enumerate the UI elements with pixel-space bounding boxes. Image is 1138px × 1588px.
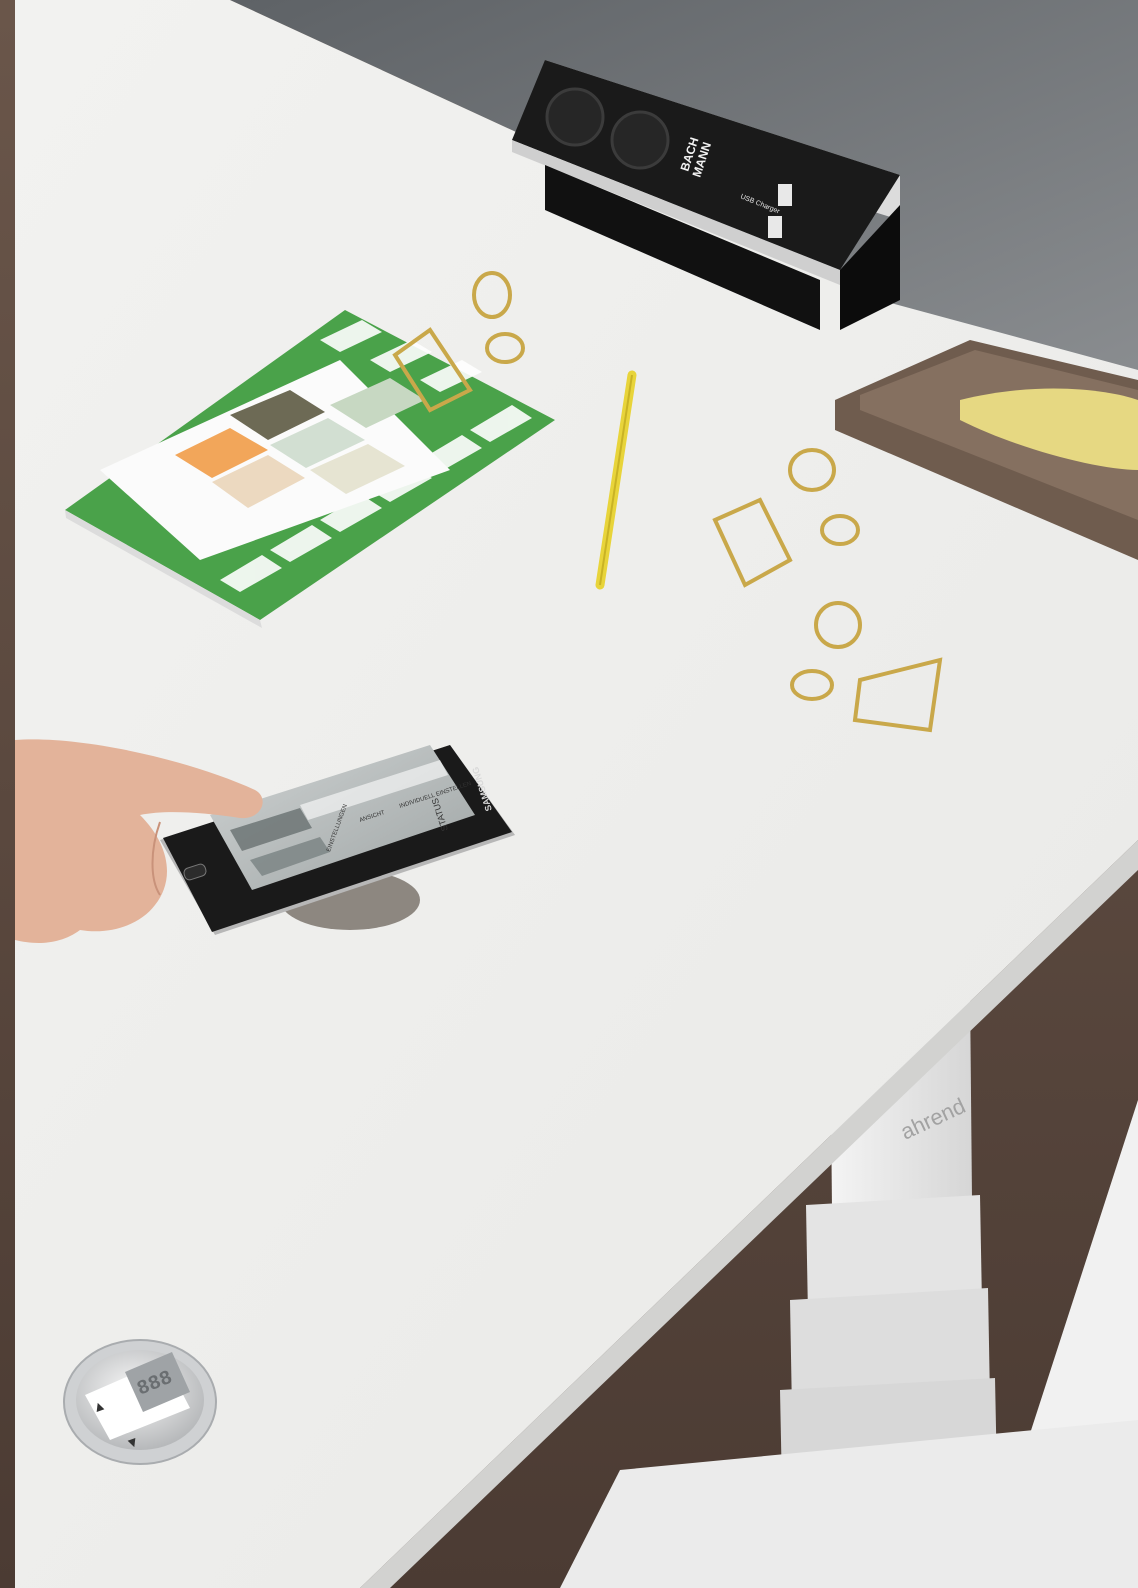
socket-outlet <box>610 110 670 170</box>
socket-outlet <box>545 87 605 147</box>
usb-port <box>768 216 782 238</box>
desk-height-control: 888 ▲ ▲ <box>63 1339 217 1465</box>
photo-scene: ahrend BACH MANN USB Charger STATUS INDI… <box>0 0 1138 1588</box>
usb-port <box>778 184 792 206</box>
photo-canvas: ahrend BACH MANN USB Charger STATUS INDI… <box>0 0 1138 1588</box>
